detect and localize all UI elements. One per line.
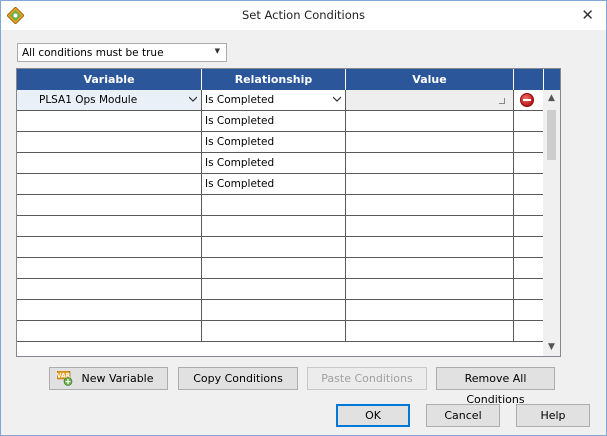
cell-actions[interactable] <box>514 237 544 258</box>
copy-conditions-button[interactable]: Copy Conditions <box>178 367 298 390</box>
ok-button[interactable]: OK <box>336 404 410 427</box>
cell-actions[interactable] <box>514 321 544 342</box>
cell-actions[interactable] <box>514 216 544 237</box>
cell-actions[interactable] <box>514 300 544 321</box>
cell-value[interactable] <box>346 153 514 174</box>
column-header-value[interactable]: Value <box>346 69 514 90</box>
cell-value[interactable] <box>346 300 514 321</box>
vertical-scrollbar[interactable]: ▲ ▼ <box>543 90 560 356</box>
table-row[interactable] <box>17 279 544 300</box>
close-icon[interactable]: ✕ <box>581 6 594 24</box>
table-row[interactable]: PLSA1 Ops Module Is Completed <box>17 90 544 111</box>
table-row[interactable]: Is Completed <box>17 111 544 132</box>
cell-variable[interactable] <box>17 237 202 258</box>
table-row[interactable] <box>17 216 544 237</box>
cell-relationship[interactable] <box>202 237 346 258</box>
cell-value[interactable] <box>346 90 514 111</box>
table-row[interactable]: Is Completed <box>17 174 544 195</box>
scroll-thumb[interactable] <box>547 110 556 160</box>
cell-actions[interactable] <box>514 111 544 132</box>
cell-relationship[interactable] <box>202 279 346 300</box>
cell-variable[interactable] <box>17 300 202 321</box>
cell-value[interactable] <box>346 321 514 342</box>
table-row[interactable] <box>17 237 544 258</box>
dialog-window: Set Action Conditions ✕ All conditions m… <box>0 0 607 436</box>
expand-editor-icon[interactable] <box>499 98 505 104</box>
cell-value[interactable] <box>346 174 514 195</box>
cell-relationship[interactable] <box>202 216 346 237</box>
column-header-variable[interactable]: Variable <box>17 69 202 90</box>
table-row[interactable]: Is Completed <box>17 153 544 174</box>
chevron-down-icon[interactable] <box>189 95 197 103</box>
cell-value[interactable] <box>346 195 514 216</box>
paste-conditions-button[interactable]: Paste Conditions <box>307 367 427 390</box>
cell-variable[interactable] <box>17 132 202 153</box>
cell-value[interactable] <box>346 279 514 300</box>
table-row[interactable] <box>17 321 544 342</box>
help-button[interactable]: Help <box>516 404 590 427</box>
cell-value[interactable] <box>346 132 514 153</box>
cell-relationship[interactable]: Is Completed <box>202 111 346 132</box>
cell-variable[interactable] <box>17 153 202 174</box>
cell-variable[interactable] <box>17 321 202 342</box>
match-mode-dropdown[interactable]: All conditions must be true ▼ <box>17 43 227 62</box>
cell-variable[interactable] <box>17 279 202 300</box>
cell-value[interactable] <box>346 216 514 237</box>
table-row[interactable] <box>17 300 544 321</box>
cell-relationship[interactable]: Is Completed <box>202 132 346 153</box>
cell-relationship[interactable] <box>202 195 346 216</box>
cell-actions[interactable] <box>514 132 544 153</box>
cell-relationship[interactable]: Is Completed <box>202 90 346 111</box>
cell-relationship[interactable]: Is Completed <box>202 174 346 195</box>
cell-actions[interactable] <box>514 279 544 300</box>
column-header-relationship[interactable]: Relationship <box>202 69 346 90</box>
scroll-down-icon[interactable]: ▼ <box>543 339 560 356</box>
cell-variable[interactable] <box>17 216 202 237</box>
new-variable-label: New Variable <box>81 372 154 385</box>
cell-relationship[interactable]: Is Completed <box>202 153 346 174</box>
cell-variable[interactable] <box>17 258 202 279</box>
cell-relationship[interactable] <box>202 300 346 321</box>
cell-relationship[interactable] <box>202 258 346 279</box>
cell-actions[interactable] <box>514 90 544 111</box>
window-title: Set Action Conditions <box>241 8 366 22</box>
cell-variable[interactable] <box>17 195 202 216</box>
cell-variable[interactable] <box>17 111 202 132</box>
remove-all-conditions-button[interactable]: Remove All Conditions <box>436 367 555 406</box>
table-row[interactable] <box>17 258 544 279</box>
column-header-actions <box>514 69 544 90</box>
cell-actions[interactable] <box>514 258 544 279</box>
table-row[interactable] <box>17 195 544 216</box>
cell-value[interactable] <box>346 237 514 258</box>
cell-relationship[interactable] <box>202 321 346 342</box>
remove-condition-icon[interactable] <box>520 93 534 107</box>
cell-variable[interactable]: PLSA1 Ops Module <box>17 90 202 111</box>
match-mode-value: All conditions must be true <box>22 47 164 59</box>
cell-variable[interactable] <box>17 174 202 195</box>
variable-icon: VAR <box>57 371 73 386</box>
scroll-up-icon[interactable]: ▲ <box>543 90 560 107</box>
cell-value[interactable] <box>346 258 514 279</box>
header-filler <box>544 69 560 90</box>
table-row[interactable]: Is Completed <box>17 132 544 153</box>
new-variable-button[interactable]: VAR New Variable <box>49 367 168 390</box>
cell-actions[interactable] <box>514 174 544 195</box>
cell-actions[interactable] <box>514 195 544 216</box>
chevron-down-icon[interactable] <box>333 95 341 103</box>
chevron-down-icon: ▼ <box>214 47 220 55</box>
cancel-button[interactable]: Cancel <box>426 404 500 427</box>
cell-value[interactable] <box>346 111 514 132</box>
cell-actions[interactable] <box>514 153 544 174</box>
conditions-grid[interactable]: Variable Relationship Value PLSA1 Ops Mo… <box>16 68 561 357</box>
title-bar: Set Action Conditions ✕ <box>1 1 606 30</box>
